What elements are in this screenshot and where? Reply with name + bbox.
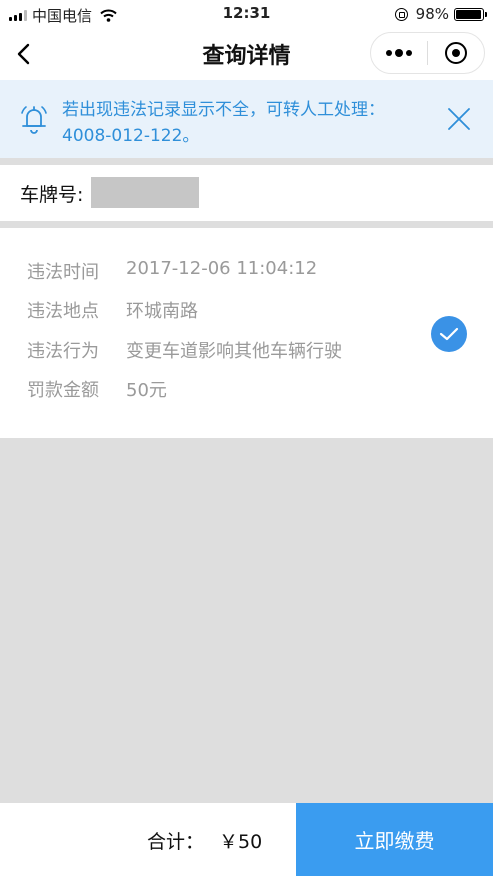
nav-bar: 查询详情 — [0, 28, 493, 80]
record-label: 违法时间 — [27, 262, 99, 283]
battery-percent: 98% — [415, 5, 449, 23]
orientation-lock-icon — [394, 7, 408, 21]
notice-text: 若出现违法记录显示不全，可转人工处理：4008-012-122。 — [62, 100, 385, 146]
plate-number-label: 车牌号: — [20, 184, 84, 206]
record-value: 变更车道影响其他车辆行驶 — [126, 341, 342, 362]
record-row-location: 违法地点 环城南路 — [27, 297, 198, 323]
notice-banner: 若出现违法记录显示不全，可转人工处理：4008-012-122。 — [0, 80, 493, 158]
mini-program-capsule — [370, 32, 485, 74]
record-label: 违法地点 — [27, 301, 99, 322]
total-label: 合计： — [147, 831, 205, 853]
battery-fill — [456, 9, 482, 19]
close-icon[interactable] — [447, 107, 471, 131]
record-value: 2017-12-06 11:04:12 — [126, 258, 318, 279]
violation-record-card[interactable]: 违法时间 2017-12-06 11:04:12 违法地点 环城南路 违法行为 … — [0, 228, 493, 438]
record-row-behavior: 违法行为 变更车道影响其他车辆行驶 — [27, 337, 342, 363]
record-row-fine: 罚款金额 50元 — [27, 376, 167, 402]
more-options-icon[interactable] — [371, 49, 427, 57]
status-bar: 中国电信 12:31 98% — [0, 0, 493, 28]
bell-icon — [21, 106, 47, 134]
battery-icon — [454, 7, 487, 21]
checkmark-icon[interactable] — [431, 316, 467, 352]
close-program-icon[interactable] — [428, 42, 484, 64]
pay-now-button[interactable]: 立即缴费 — [296, 803, 493, 876]
record-label: 罚款金额 — [27, 380, 99, 401]
record-label: 违法行为 — [27, 341, 99, 362]
payment-footer: 合计： ￥50 立即缴费 — [0, 803, 493, 876]
status-right: 98% — [394, 5, 487, 23]
total-amount: ￥50 — [219, 831, 263, 853]
record-row-time: 违法时间 2017-12-06 11:04:12 — [27, 258, 317, 284]
plate-number-row: 车牌号: — [0, 165, 493, 221]
record-value: 环城南路 — [126, 301, 198, 322]
record-value: 50元 — [126, 380, 167, 401]
plate-number-redacted — [91, 177, 199, 208]
